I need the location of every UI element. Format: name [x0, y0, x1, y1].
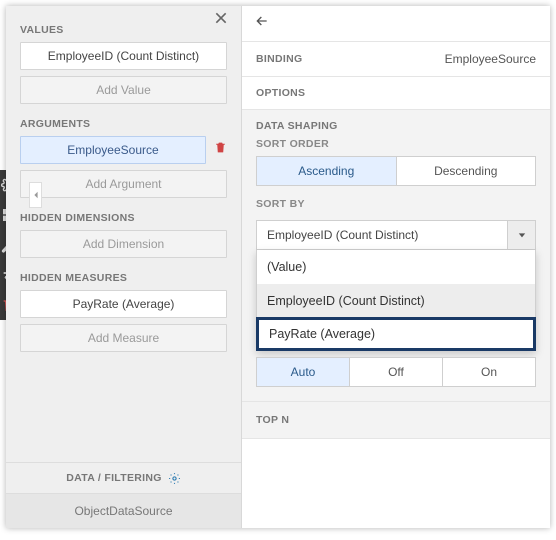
value-item-label: EmployeeID (Count Distinct): [48, 49, 199, 63]
data-filtering-button[interactable]: DATA / FILTERING: [6, 462, 241, 494]
add-dimension-button[interactable]: Add Dimension: [20, 230, 227, 258]
mode-off-button[interactable]: Off: [349, 358, 442, 386]
values-header: VALUES: [20, 24, 227, 36]
measure-item-label: PayRate (Average): [73, 297, 175, 311]
hidden-dimensions-header: HIDDEN DIMENSIONS: [20, 212, 227, 224]
mode-segment: Auto Off On: [256, 357, 536, 387]
add-value-button[interactable]: Add Value: [20, 76, 227, 104]
data-filtering-label: DATA / FILTERING: [66, 472, 161, 484]
data-shaping-header: DATA SHAPING: [256, 120, 536, 132]
sortby-option-payrate[interactable]: PayRate (Average): [256, 317, 536, 351]
sort-by-header: SORT BY: [256, 198, 536, 210]
properties-panel: BINDING EmployeeSource OPTIONS DATA SHAP…: [242, 6, 550, 528]
argument-item-label: EmployeeSource: [67, 143, 158, 157]
sort-order-segment: Ascending Descending: [256, 156, 536, 186]
caret-down-icon: [518, 231, 526, 239]
measure-item[interactable]: PayRate (Average): [20, 290, 227, 318]
data-shaping-section: DATA SHAPING SORT ORDER Ascending Descen…: [242, 110, 550, 402]
top-n-row[interactable]: TOP N: [242, 402, 550, 439]
close-icon[interactable]: [213, 10, 229, 31]
add-argument-button[interactable]: Add Argument: [20, 170, 227, 198]
binding-row[interactable]: BINDING EmployeeSource: [242, 42, 550, 77]
sort-ascending-button[interactable]: Ascending: [257, 157, 396, 185]
dropdown-toggle[interactable]: [507, 221, 535, 249]
sortby-option-employeeid[interactable]: EmployeeID (Count Distinct): [257, 284, 535, 318]
binding-value: EmployeeSource: [445, 52, 536, 66]
sort-by-value: EmployeeID (Count Distinct): [257, 228, 507, 242]
arguments-header: ARGUMENTS: [20, 118, 227, 130]
sort-descending-button[interactable]: Descending: [396, 157, 536, 185]
sort-by-menu: (Value) EmployeeID (Count Distinct) PayR…: [256, 250, 536, 351]
options-row[interactable]: OPTIONS: [242, 77, 550, 110]
add-measure-button[interactable]: Add Measure: [20, 324, 227, 352]
hidden-measures-header: HIDDEN MEASURES: [20, 272, 227, 284]
mode-on-button[interactable]: On: [442, 358, 535, 386]
fields-panel: VALUES EmployeeID (Count Distinct) Add V…: [6, 6, 242, 528]
delete-argument-icon[interactable]: [214, 141, 227, 159]
back-icon[interactable]: [254, 13, 270, 34]
sort-order-header: SORT ORDER: [256, 138, 536, 150]
datasource-row[interactable]: ObjectDataSource: [6, 494, 241, 528]
argument-item[interactable]: EmployeeSource: [20, 136, 206, 164]
value-item[interactable]: EmployeeID (Count Distinct): [20, 42, 227, 70]
sort-by-dropdown[interactable]: EmployeeID (Count Distinct): [256, 220, 536, 250]
collapse-left-panel[interactable]: [29, 182, 42, 208]
binding-label: BINDING: [256, 53, 302, 65]
sortby-option-value[interactable]: (Value): [257, 250, 535, 284]
gear-icon: [168, 472, 181, 485]
mode-auto-button[interactable]: Auto: [257, 358, 349, 386]
datasource-label: ObjectDataSource: [74, 504, 172, 518]
